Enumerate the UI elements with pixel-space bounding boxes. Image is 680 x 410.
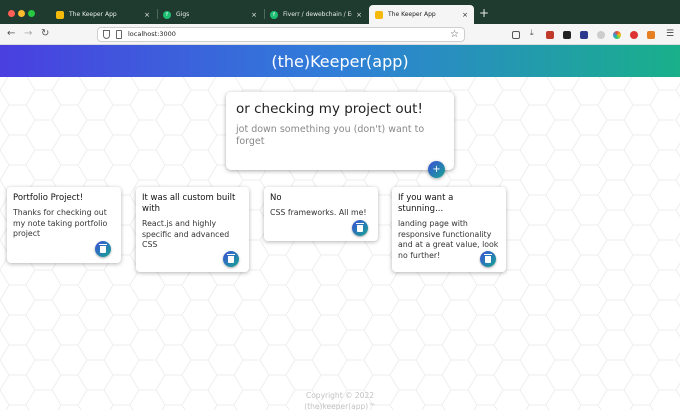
forward-arrow-icon[interactable]: → xyxy=(24,28,32,40)
window-minimize-button[interactable] xyxy=(18,10,25,17)
trash-icon xyxy=(356,223,364,232)
app-header: (the)Keeper(app) xyxy=(0,45,680,77)
tab-close-icon[interactable]: × xyxy=(356,11,362,19)
footer-brand: (the)keeper(app)™ xyxy=(304,402,376,410)
extension-red-icon[interactable] xyxy=(546,31,554,39)
trash-icon xyxy=(227,254,235,263)
window-close-button[interactable] xyxy=(8,10,15,17)
note-title: It was all custom built with xyxy=(142,193,236,214)
tab-close-icon[interactable]: × xyxy=(251,11,257,19)
extension-gray-icon[interactable] xyxy=(597,31,605,39)
note-title: Portfolio Project! xyxy=(13,193,84,203)
extension-orange-icon[interactable] xyxy=(647,31,655,39)
app-title: (the)Keeper(app) xyxy=(271,51,409,71)
note-title-input[interactable]: or checking my project out! xyxy=(236,101,423,117)
trash-icon xyxy=(484,254,492,263)
back-arrow-icon[interactable]: ← xyxy=(7,28,15,40)
delete-note-button[interactable] xyxy=(223,251,239,267)
extension-dark-icon[interactable] xyxy=(563,31,571,39)
delete-note-button[interactable] xyxy=(95,241,111,257)
create-note-form: or checking my project out! jot down som… xyxy=(226,92,454,170)
tab-title: The Keeper App xyxy=(388,11,436,18)
note-title: No xyxy=(270,193,282,203)
window-zoom-button[interactable] xyxy=(28,10,35,17)
browser-tab-bar: The Keeper App × f Gigs × f Fiverr / dew… xyxy=(0,0,680,24)
note-content: CSS frameworks. All me! xyxy=(270,208,367,217)
delete-note-button[interactable] xyxy=(480,251,496,267)
tab-fiverr-edit-gig[interactable]: f Fiverr / dewebchain / Edit Gig × xyxy=(264,5,368,24)
tab-title: Gigs xyxy=(176,11,190,18)
keeper-icon xyxy=(56,10,64,19)
fiverr-icon: f xyxy=(270,10,278,19)
hamburger-menu-icon[interactable]: ☰ xyxy=(666,29,674,39)
shield-icon[interactable] xyxy=(103,30,110,39)
note-content: Thanks for checking out my note taking p… xyxy=(13,208,108,238)
url-text[interactable]: localhost:3000 xyxy=(128,30,176,38)
bookmark-star-icon[interactable]: ☆ xyxy=(450,28,459,41)
trash-icon xyxy=(99,244,107,253)
pocket-icon[interactable] xyxy=(512,31,520,39)
tab-keeper-app-1[interactable]: The Keeper App × xyxy=(50,5,156,24)
extension-circle-icon[interactable] xyxy=(630,31,638,39)
footer-copyright: Copyright © 2022 xyxy=(305,391,374,400)
download-icon[interactable]: ⤓ xyxy=(530,28,534,38)
keeper-icon xyxy=(375,10,383,19)
tab-gigs[interactable]: f Gigs × xyxy=(157,5,263,24)
new-tab-button[interactable]: + xyxy=(479,6,489,20)
tab-close-icon[interactable]: × xyxy=(462,11,468,19)
url-bar[interactable]: localhost:3000 ☆ xyxy=(97,27,465,42)
app-footer: Copyright © 2022 (the)keeper(app)™ xyxy=(0,390,680,410)
browser-nav-bar: ← → ↻ localhost:3000 ☆ ⤓ ☰ xyxy=(0,24,680,45)
note-content-textarea[interactable]: jot down something you (don't) want to f… xyxy=(236,124,446,148)
note-content: React.js and highly specific and advance… xyxy=(142,219,230,249)
note-title: If you want a stunning... xyxy=(398,193,454,214)
tab-keeper-app-active[interactable]: The Keeper App × xyxy=(369,5,474,24)
keeper-app: (the)Keeper(app) or checking my project … xyxy=(0,45,680,410)
tab-title: Fiverr / dewebchain / Edit Gig xyxy=(283,11,352,18)
extension-blue-icon[interactable] xyxy=(580,31,588,39)
tab-title: The Keeper App xyxy=(69,11,117,18)
tab-close-icon[interactable]: × xyxy=(144,11,150,19)
page-info-icon[interactable] xyxy=(116,30,122,39)
fiverr-icon: f xyxy=(163,10,171,19)
delete-note-button[interactable] xyxy=(352,220,368,236)
add-note-button[interactable]: + xyxy=(428,161,445,178)
reload-icon[interactable]: ↻ xyxy=(41,28,49,40)
extension-color-icon[interactable] xyxy=(613,31,621,39)
